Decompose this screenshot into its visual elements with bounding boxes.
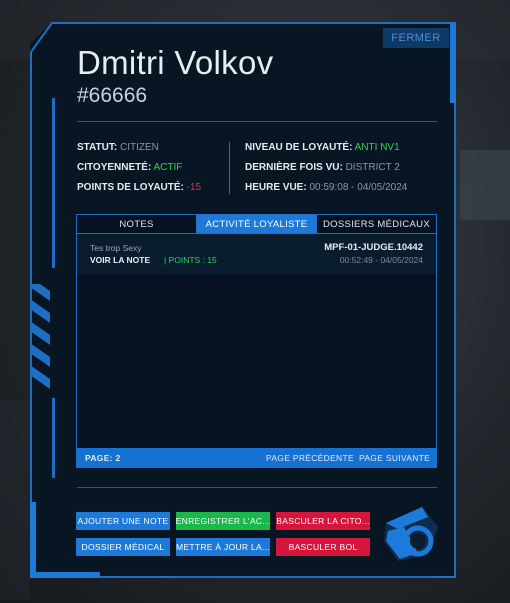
- info-loyalty-points: POINTS DE LOYAUTÉ: -15: [77, 182, 202, 193]
- update-button[interactable]: METTRE À JOUR LA...: [176, 538, 270, 556]
- decor-stripes: [30, 284, 50, 392]
- decor-bar: [52, 398, 55, 478]
- prev-page-button[interactable]: PAGE PRÉCÉDENTE: [266, 453, 354, 463]
- tab-notes[interactable]: NOTES: [77, 215, 197, 233]
- records-tabs: NOTES ACTIVITÉ LOYALISTE DOSSIERS MÉDICA…: [77, 215, 436, 233]
- pagination-bar: PAGE: 2 PAGE PRÉCÉDENTE PAGE SUIVANTE: [77, 448, 436, 467]
- list-item: Tes trop Sexy VOIR LA NOTE | POINTS : 15…: [77, 234, 436, 274]
- citizen-name: Dmitri Volkov: [77, 44, 274, 81]
- tab-medical-records[interactable]: DOSSIERS MÉDICAUX: [317, 215, 436, 233]
- info-separator: [229, 142, 230, 194]
- toggle-citizenship-button[interactable]: BASCULER LA CITO...: [276, 512, 370, 530]
- background-shape: [0, 400, 30, 600]
- info-last-seen: DERNIÈRE FOIS VU: DISTRICT 2: [245, 162, 400, 173]
- entry-author: Tes trop Sexy: [90, 243, 142, 253]
- next-page-button[interactable]: PAGE SUIVANTE: [359, 453, 430, 463]
- close-button[interactable]: FERMER: [383, 28, 449, 48]
- citizen-id: #66666: [77, 84, 148, 107]
- tab-loyalist-activity[interactable]: ACTIVITÉ LOYALISTE: [197, 215, 317, 233]
- entry-time: 00:52:49 - 04/05/2024: [339, 255, 423, 265]
- info-loyalty-level: NIVEAU DE LOYAUTÉ: ANTI NV1: [245, 142, 400, 153]
- page-indicator: PAGE: 2: [85, 453, 121, 463]
- divider: [77, 487, 437, 488]
- record-activity-button[interactable]: ENREGISTRER L'AC...: [176, 512, 270, 530]
- lambda-logo-icon: [384, 507, 438, 561]
- toggle-bol-button[interactable]: BASCULER BOL: [276, 538, 370, 556]
- divider: [77, 121, 437, 122]
- info-status: STATUT: CITIZEN: [77, 142, 159, 153]
- decor-bar: [52, 98, 55, 268]
- info-time-seen: HEURE VUE: 00:59:08 - 04/05/2024: [245, 182, 408, 193]
- view-note-link[interactable]: VOIR LA NOTE: [90, 255, 150, 265]
- add-note-button[interactable]: AJOUTER UNE NOTE: [76, 512, 170, 530]
- background-shape: [460, 150, 510, 220]
- entry-officer: MPF-01-JUDGE.10442: [324, 242, 423, 253]
- entry-points: | POINTS : 15: [164, 255, 217, 265]
- info-citizenship: CITOYENNETÉ: ACTIF: [77, 162, 183, 173]
- medical-record-button[interactable]: DOSSIER MÉDICAL: [76, 538, 170, 556]
